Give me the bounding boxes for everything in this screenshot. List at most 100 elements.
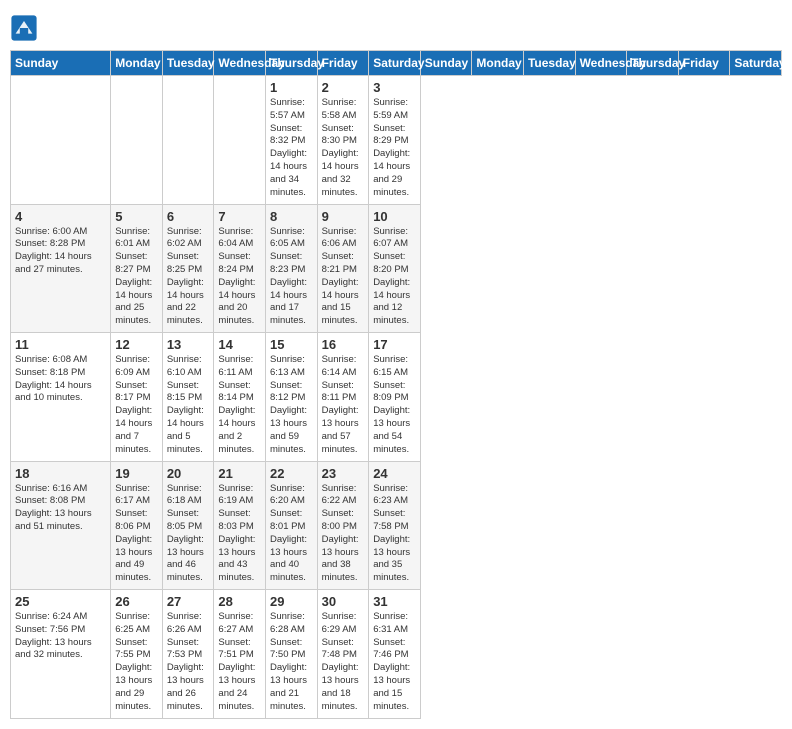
day-cell: [162, 76, 214, 205]
day-cell: 10Sunrise: 6:07 AM Sunset: 8:20 PM Dayli…: [369, 204, 421, 333]
day-info: Sunrise: 6:05 AM Sunset: 8:23 PM Dayligh…: [270, 226, 313, 329]
day-cell: 28Sunrise: 6:27 AM Sunset: 7:51 PM Dayli…: [214, 590, 266, 719]
day-info: Sunrise: 5:59 AM Sunset: 8:29 PM Dayligh…: [373, 97, 416, 200]
day-cell: 3Sunrise: 5:59 AM Sunset: 8:29 PM Daylig…: [369, 76, 421, 205]
day-number: 21: [218, 466, 261, 481]
day-cell: 15Sunrise: 6:13 AM Sunset: 8:12 PM Dayli…: [266, 333, 318, 462]
header-cell-wednesday: Wednesday: [214, 51, 266, 76]
header-row: SundayMondayTuesdayWednesdayThursdayFrid…: [11, 51, 782, 76]
col-header-monday: Monday: [472, 51, 524, 76]
day-number: 6: [167, 209, 210, 224]
day-info: Sunrise: 6:31 AM Sunset: 7:46 PM Dayligh…: [373, 611, 416, 714]
day-cell: [11, 76, 111, 205]
day-number: 5: [115, 209, 158, 224]
day-info: Sunrise: 6:24 AM Sunset: 7:56 PM Dayligh…: [15, 611, 106, 662]
day-info: Sunrise: 6:10 AM Sunset: 8:15 PM Dayligh…: [167, 354, 210, 457]
day-cell: [214, 76, 266, 205]
day-cell: 25 Sunrise: 6:24 AM Sunset: 7:56 PM Dayli…: [11, 590, 111, 719]
day-number: 18: [15, 466, 106, 481]
day-info: Sunrise: 6:02 AM Sunset: 8:25 PM Dayligh…: [167, 226, 210, 329]
header: [10, 10, 782, 42]
day-cell: 5 Sunrise: 6:01 AM Sunset: 8:27 PM Daylig…: [111, 204, 163, 333]
day-number: 31: [373, 594, 416, 609]
header-cell-monday: Monday: [111, 51, 163, 76]
day-number: 1: [270, 80, 313, 95]
day-cell: 17Sunrise: 6:15 AM Sunset: 8:09 PM Dayli…: [369, 333, 421, 462]
day-info: Sunrise: 6:06 AM Sunset: 8:21 PM Dayligh…: [322, 226, 365, 329]
day-number: 26: [115, 594, 158, 609]
day-info: Sunrise: 6:23 AM Sunset: 7:58 PM Dayligh…: [373, 483, 416, 586]
day-cell: [111, 76, 163, 205]
day-info: Sunrise: 5:57 AM Sunset: 8:32 PM Dayligh…: [270, 97, 313, 200]
day-number: 13: [167, 337, 210, 352]
day-cell: 20 Sunrise: 6:18 AM Sunset: 8:05 PM Dayli…: [162, 461, 214, 590]
day-cell: 21Sunrise: 6:19 AM Sunset: 8:03 PM Dayli…: [214, 461, 266, 590]
day-number: 24: [373, 466, 416, 481]
day-cell: 13 Sunrise: 6:10 AM Sunset: 8:15 PM Dayli…: [162, 333, 214, 462]
day-number: 28: [218, 594, 261, 609]
day-info: Sunrise: 6:04 AM Sunset: 8:24 PM Dayligh…: [218, 226, 261, 329]
day-cell: 7 Sunrise: 6:04 AM Sunset: 8:24 PM Daylig…: [214, 204, 266, 333]
day-cell: 12 Sunrise: 6:09 AM Sunset: 8:17 PM Dayli…: [111, 333, 163, 462]
day-cell: 18 Sunrise: 6:16 AM Sunset: 8:08 PM Dayli…: [11, 461, 111, 590]
day-info: Sunrise: 6:11 AM Sunset: 8:14 PM Dayligh…: [218, 354, 261, 457]
day-info: Sunrise: 6:16 AM Sunset: 8:08 PM Dayligh…: [15, 483, 106, 534]
day-cell: 31 Sunrise: 6:31 AM Sunset: 7:46 PM Dayli…: [369, 590, 421, 719]
day-cell: 1 Sunrise: 5:57 AM Sunset: 8:32 PM Daylig…: [266, 76, 318, 205]
col-header-tuesday: Tuesday: [523, 51, 575, 76]
week-row-4: 18 Sunrise: 6:16 AM Sunset: 8:08 PM Dayli…: [11, 461, 782, 590]
day-number: 7: [218, 209, 261, 224]
day-info: Sunrise: 5:58 AM Sunset: 8:30 PM Dayligh…: [322, 97, 365, 200]
day-info: Sunrise: 6:15 AM Sunset: 8:09 PM Dayligh…: [373, 354, 416, 457]
day-info: Sunrise: 6:26 AM Sunset: 7:53 PM Dayligh…: [167, 611, 210, 714]
logo: [10, 14, 42, 42]
day-number: 19: [115, 466, 158, 481]
day-info: Sunrise: 6:09 AM Sunset: 8:17 PM Dayligh…: [115, 354, 158, 457]
day-info: Sunrise: 6:22 AM Sunset: 8:00 PM Dayligh…: [322, 483, 365, 586]
week-row-3: 11Sunrise: 6:08 AM Sunset: 8:18 PM Dayli…: [11, 333, 782, 462]
header-cell-sunday: Sunday: [11, 51, 111, 76]
day-number: 30: [322, 594, 365, 609]
day-info: Sunrise: 6:25 AM Sunset: 7:55 PM Dayligh…: [115, 611, 158, 714]
day-number: 14: [218, 337, 261, 352]
header-cell-tuesday: Tuesday: [162, 51, 214, 76]
day-cell: 6 Sunrise: 6:02 AM Sunset: 8:25 PM Daylig…: [162, 204, 214, 333]
header-cell-friday: Friday: [317, 51, 369, 76]
day-number: 12: [115, 337, 158, 352]
day-number: 20: [167, 466, 210, 481]
day-cell: 11Sunrise: 6:08 AM Sunset: 8:18 PM Dayli…: [11, 333, 111, 462]
day-info: Sunrise: 6:29 AM Sunset: 7:48 PM Dayligh…: [322, 611, 365, 714]
col-header-friday: Friday: [678, 51, 730, 76]
day-cell: 16 Sunrise: 6:14 AM Sunset: 8:11 PM Dayli…: [317, 333, 369, 462]
day-number: 11: [15, 337, 106, 352]
day-cell: 24 Sunrise: 6:23 AM Sunset: 7:58 PM Dayli…: [369, 461, 421, 590]
day-cell: 9 Sunrise: 6:06 AM Sunset: 8:21 PM Daylig…: [317, 204, 369, 333]
day-info: Sunrise: 6:18 AM Sunset: 8:05 PM Dayligh…: [167, 483, 210, 586]
week-row-5: 25 Sunrise: 6:24 AM Sunset: 7:56 PM Dayli…: [11, 590, 782, 719]
col-header-thursday: Thursday: [627, 51, 679, 76]
day-number: 29: [270, 594, 313, 609]
day-cell: 19 Sunrise: 6:17 AM Sunset: 8:06 PM Dayli…: [111, 461, 163, 590]
day-info: Sunrise: 6:01 AM Sunset: 8:27 PM Dayligh…: [115, 226, 158, 329]
day-number: 16: [322, 337, 365, 352]
day-number: 22: [270, 466, 313, 481]
day-number: 25: [15, 594, 106, 609]
day-number: 9: [322, 209, 365, 224]
day-number: 4: [15, 209, 106, 224]
day-number: 27: [167, 594, 210, 609]
col-header-sunday: Sunday: [420, 51, 472, 76]
col-header-wednesday: Wednesday: [575, 51, 627, 76]
day-number: 2: [322, 80, 365, 95]
day-cell: 27 Sunrise: 6:26 AM Sunset: 7:53 PM Dayli…: [162, 590, 214, 719]
day-info: Sunrise: 6:13 AM Sunset: 8:12 PM Dayligh…: [270, 354, 313, 457]
day-number: 8: [270, 209, 313, 224]
day-cell: 29Sunrise: 6:28 AM Sunset: 7:50 PM Dayli…: [266, 590, 318, 719]
day-info: Sunrise: 6:20 AM Sunset: 8:01 PM Dayligh…: [270, 483, 313, 586]
header-cell-saturday: Saturday: [369, 51, 421, 76]
day-info: Sunrise: 6:17 AM Sunset: 8:06 PM Dayligh…: [115, 483, 158, 586]
day-cell: 14 Sunrise: 6:11 AM Sunset: 8:14 PM Dayli…: [214, 333, 266, 462]
day-info: Sunrise: 6:00 AM Sunset: 8:28 PM Dayligh…: [15, 226, 106, 277]
day-info: Sunrise: 6:07 AM Sunset: 8:20 PM Dayligh…: [373, 226, 416, 329]
day-info: Sunrise: 6:14 AM Sunset: 8:11 PM Dayligh…: [322, 354, 365, 457]
day-number: 23: [322, 466, 365, 481]
